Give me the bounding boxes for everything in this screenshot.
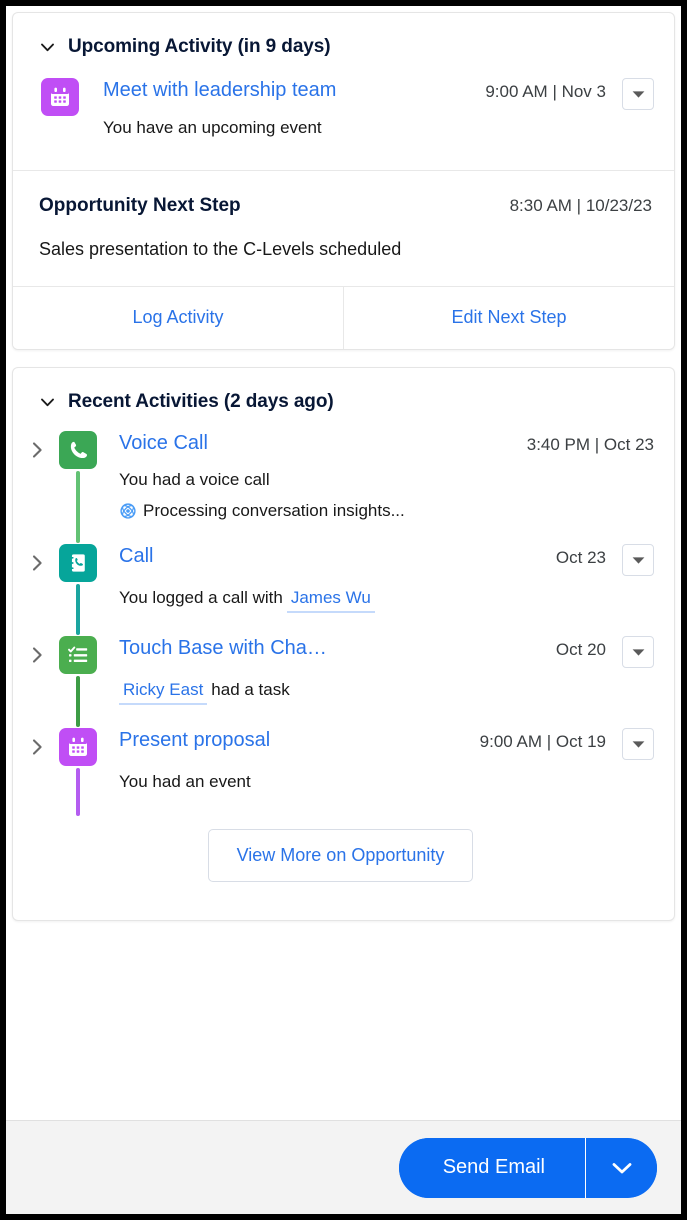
opportunity-next-step: Opportunity Next Step 8:30 AM | 10/23/23… bbox=[13, 171, 674, 286]
activity-panel: Upcoming Activity (in 9 days) Meet with … bbox=[6, 6, 681, 1120]
timeline-icon-column bbox=[59, 430, 97, 543]
activity-link[interactable]: Present proposal bbox=[119, 727, 270, 753]
chevron-right-icon bbox=[32, 647, 42, 663]
send-email-button[interactable]: Send Email bbox=[398, 1137, 585, 1198]
timeline-item-content: Voice Call 3:40 PM | Oct 23 You had a vo… bbox=[119, 430, 654, 543]
log-activity-button[interactable]: Log Activity bbox=[13, 287, 343, 349]
activity-link[interactable]: Touch Base with Cha… bbox=[119, 635, 327, 661]
expand-row-button[interactable] bbox=[27, 431, 47, 469]
next-step-description: Sales presentation to the C-Levels sched… bbox=[39, 239, 402, 259]
recent-activities-card: Recent Activities (2 days ago) Voice Cal… bbox=[12, 367, 675, 921]
chevron-down-icon bbox=[632, 556, 644, 564]
timeline-item-content: Call Oct 23 You logged a call with James… bbox=[119, 543, 654, 635]
activity-link[interactable]: Voice Call bbox=[119, 430, 208, 456]
recent-activities-timeline: Voice Call 3:40 PM | Oct 23 You had a vo… bbox=[13, 414, 674, 920]
timeline-connector bbox=[76, 768, 80, 816]
activity-subtitle: Ricky East had a task bbox=[119, 678, 654, 705]
upcoming-activity-menu-button[interactable] bbox=[622, 78, 654, 110]
upcoming-activity-card: Upcoming Activity (in 9 days) Meet with … bbox=[12, 12, 675, 350]
upcoming-activity-item: Meet with leadership team 9:00 AM | Nov … bbox=[41, 77, 654, 140]
activity-menu-button[interactable] bbox=[622, 728, 654, 760]
chevron-down-icon[interactable] bbox=[39, 394, 56, 411]
activity-menu-button[interactable] bbox=[622, 544, 654, 576]
timeline-item: Voice Call 3:40 PM | Oct 23 You had a vo… bbox=[27, 430, 654, 543]
log-a-call-icon bbox=[59, 544, 97, 582]
next-step-actions: Log Activity Edit Next Step bbox=[13, 286, 674, 349]
next-step-title: Opportunity Next Step bbox=[39, 195, 241, 216]
activity-subtitle: You had a voice call bbox=[119, 470, 270, 489]
timeline-icon-column bbox=[59, 727, 97, 816]
upcoming-activity-body: Meet with leadership team 9:00 AM | Nov … bbox=[13, 59, 674, 170]
person-link[interactable]: Ricky East bbox=[119, 678, 208, 705]
upcoming-activity-header[interactable]: Upcoming Activity (in 9 days) bbox=[13, 13, 674, 59]
send-email-dropdown-toggle[interactable] bbox=[585, 1137, 657, 1198]
chevron-right-icon bbox=[32, 442, 42, 458]
person-link[interactable]: James Wu bbox=[286, 586, 375, 613]
chevron-down-icon bbox=[632, 648, 644, 656]
expand-row-button[interactable] bbox=[27, 728, 47, 766]
activity-subtitle-text: had a task bbox=[211, 680, 290, 699]
timeline-connector bbox=[76, 676, 80, 727]
conversation-insight-status: Processing conversation insights... bbox=[119, 501, 654, 521]
timeline-item-content: Present proposal 9:00 AM | Oct 19 You ha… bbox=[119, 727, 654, 802]
view-more-on-opportunity-button[interactable]: View More on Opportunity bbox=[207, 829, 474, 882]
activity-menu-button[interactable] bbox=[622, 636, 654, 668]
device-frame: Upcoming Activity (in 9 days) Meet with … bbox=[6, 6, 681, 1214]
activity-subtitle-text: You logged a call with bbox=[119, 588, 283, 607]
recent-activities-title: Recent Activities (2 days ago) bbox=[68, 391, 334, 412]
recent-activities-header[interactable]: Recent Activities (2 days ago) bbox=[13, 368, 674, 414]
edit-next-step-button[interactable]: Edit Next Step bbox=[343, 287, 674, 349]
activity-datetime: Oct 20 bbox=[555, 640, 606, 659]
chevron-down-icon bbox=[632, 90, 644, 98]
timeline-connector bbox=[76, 584, 80, 635]
activity-datetime: Oct 23 bbox=[555, 548, 606, 567]
activity-datetime: 9:00 AM | Oct 19 bbox=[479, 732, 606, 751]
chevron-right-icon bbox=[32, 555, 42, 571]
upcoming-activity-content: Meet with leadership team 9:00 AM | Nov … bbox=[103, 77, 606, 140]
timeline-item-content: Touch Base with Cha… Oct 20 Ricky East h… bbox=[119, 635, 654, 727]
expand-row-button[interactable] bbox=[27, 544, 47, 582]
upcoming-activity-datetime: 9:00 AM | Nov 3 bbox=[485, 82, 606, 101]
upcoming-activity-link[interactable]: Meet with leadership team bbox=[103, 77, 336, 103]
activity-subtitle: You logged a call with James Wu bbox=[119, 586, 654, 613]
einstein-icon bbox=[120, 503, 136, 519]
task-checklist-icon bbox=[59, 636, 97, 674]
timeline-icon-column bbox=[59, 543, 97, 635]
event-calendar-icon bbox=[41, 78, 79, 116]
timeline-item: Present proposal 9:00 AM | Oct 19 You ha… bbox=[27, 727, 654, 816]
timeline-icon-column bbox=[59, 635, 97, 727]
event-calendar-icon bbox=[59, 728, 97, 766]
voice-call-icon bbox=[59, 431, 97, 469]
chevron-down-icon bbox=[612, 1162, 631, 1173]
action-footer: Send Email bbox=[6, 1120, 681, 1214]
chevron-right-icon bbox=[32, 739, 42, 755]
next-step-datetime: 8:30 AM | 10/23/23 bbox=[509, 196, 652, 215]
upcoming-activity-title: Upcoming Activity (in 9 days) bbox=[68, 36, 331, 57]
timeline-item: Touch Base with Cha… Oct 20 Ricky East h… bbox=[27, 635, 654, 727]
activity-datetime: 3:40 PM | Oct 23 bbox=[526, 435, 654, 454]
expand-row-button[interactable] bbox=[27, 636, 47, 674]
timeline-item: Call Oct 23 You logged a call with James… bbox=[27, 543, 654, 635]
activity-subtitle: You had an event bbox=[119, 772, 251, 791]
view-more-container: View More on Opportunity bbox=[27, 816, 654, 920]
conversation-insight-text: Processing conversation insights... bbox=[143, 501, 405, 520]
timeline-connector bbox=[76, 471, 80, 543]
chevron-down-icon[interactable] bbox=[39, 39, 56, 56]
chevron-down-icon bbox=[632, 740, 644, 748]
activity-link[interactable]: Call bbox=[119, 543, 153, 569]
upcoming-activity-subtitle: You have an upcoming event bbox=[103, 118, 322, 137]
send-email-split-button: Send Email bbox=[398, 1137, 657, 1198]
